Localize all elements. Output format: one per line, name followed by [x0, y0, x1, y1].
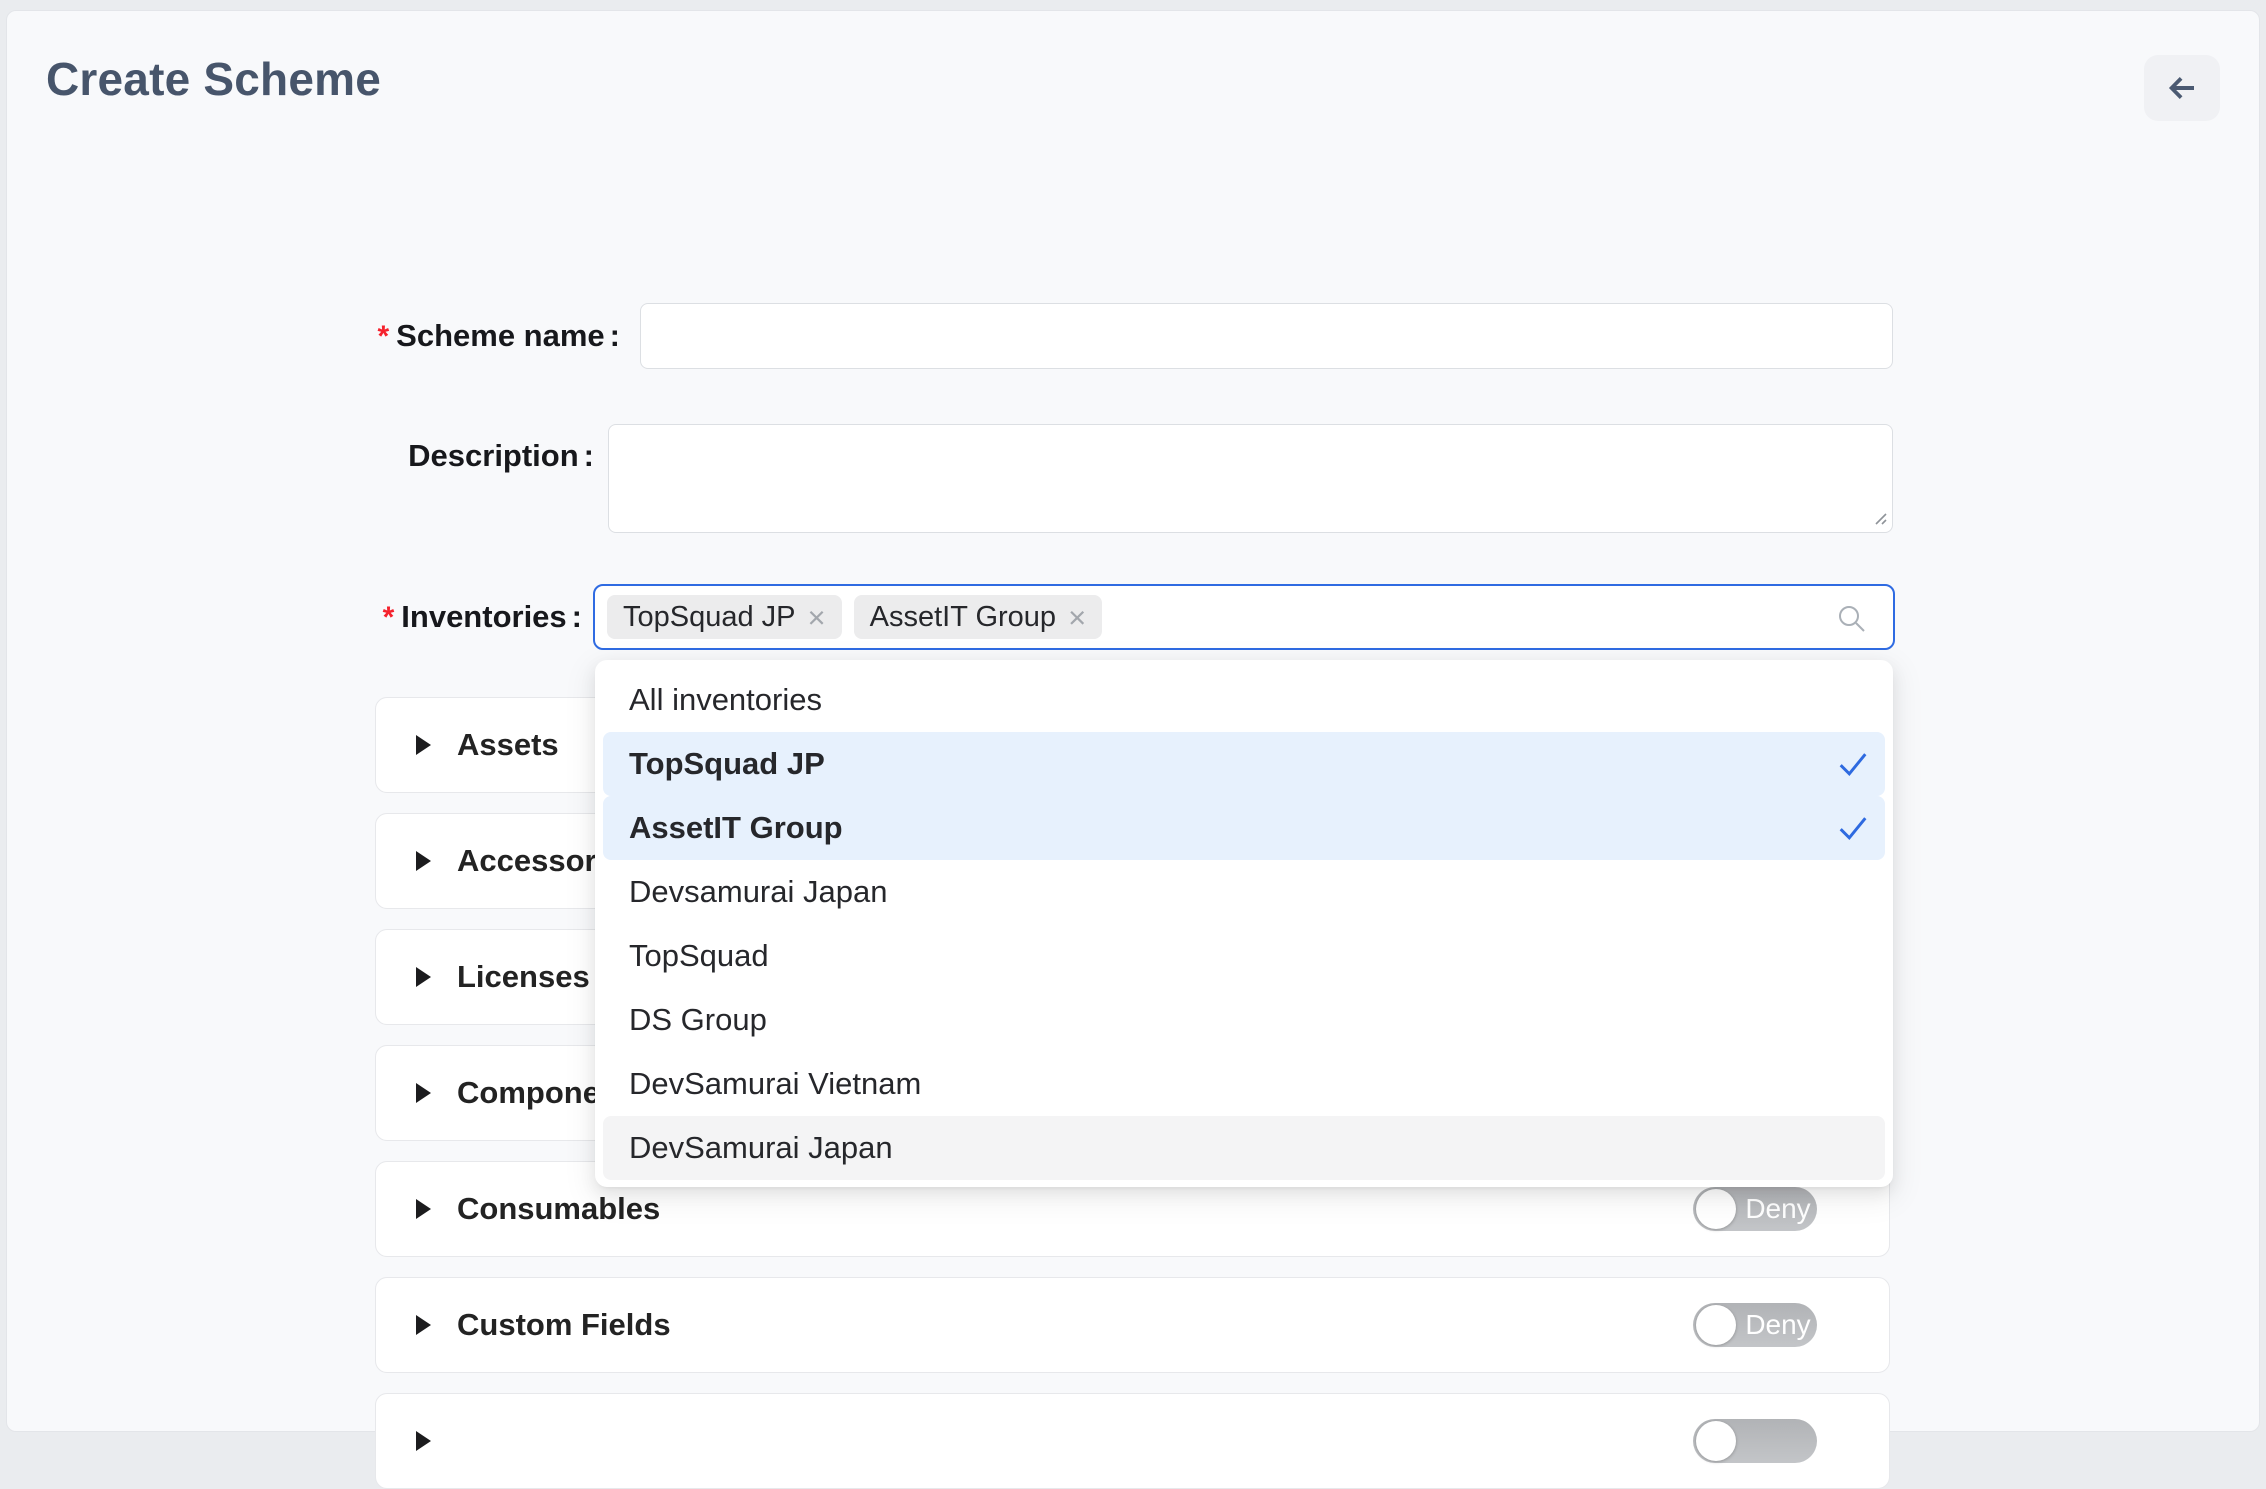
- required-asterisk: *: [383, 601, 395, 634]
- option-label: DevSamurai Vietnam: [629, 1066, 921, 1102]
- expand-caret-icon: [416, 967, 431, 987]
- scheme-name-label-text: Scheme name: [396, 318, 605, 353]
- option-label: AssetIT Group: [629, 810, 843, 846]
- expand-caret-icon: [416, 1315, 431, 1335]
- option-label: Devsamurai Japan: [629, 874, 887, 910]
- description-textarea[interactable]: [608, 424, 1893, 533]
- toggle-knob: [1696, 1421, 1736, 1461]
- dropdown-option-ds-group[interactable]: DS Group: [603, 988, 1885, 1052]
- expand-caret-icon: [416, 851, 431, 871]
- label-colon: :: [584, 438, 594, 473]
- selected-tag: AssetIT Group ×: [854, 595, 1103, 639]
- toggle-label: [1745, 1419, 1811, 1463]
- tag-remove-icon[interactable]: ×: [808, 602, 826, 633]
- tag-text: AssetIT Group: [870, 601, 1056, 634]
- dropdown-option-devsamurai-vietnam[interactable]: DevSamurai Vietnam: [603, 1052, 1885, 1116]
- left-arrow-icon: [2164, 70, 2200, 106]
- selected-tag: TopSquad JP ×: [607, 595, 842, 639]
- label-colon: :: [610, 318, 620, 353]
- toggle-knob: [1696, 1305, 1736, 1345]
- dropdown-option-all-inventories[interactable]: All inventories: [603, 668, 1885, 732]
- tag-remove-icon[interactable]: ×: [1068, 602, 1086, 633]
- section-title: Assets: [457, 727, 559, 763]
- section-title: Licenses: [457, 959, 590, 995]
- scheme-name-label: *Scheme name:: [0, 317, 620, 356]
- inventories-dropdown: All inventories TopSquad JP AssetIT Grou…: [595, 660, 1893, 1187]
- check-icon: [1837, 748, 1869, 780]
- option-label: DS Group: [629, 1002, 767, 1038]
- option-label: All inventories: [629, 682, 822, 718]
- back-button[interactable]: [2144, 55, 2220, 121]
- tag-text: TopSquad JP: [623, 601, 796, 634]
- expand-caret-icon: [416, 1083, 431, 1103]
- toggle-label: Deny: [1745, 1303, 1811, 1347]
- inventories-label-text: Inventories: [401, 599, 566, 634]
- check-icon: [1837, 812, 1869, 844]
- search-icon: [1835, 602, 1869, 636]
- option-label: TopSquad: [629, 938, 769, 974]
- scheme-name-input[interactable]: [640, 303, 1893, 369]
- description-label: Description:: [0, 437, 594, 475]
- section-title: Custom Fields: [457, 1307, 671, 1343]
- label-colon: :: [572, 599, 582, 634]
- expand-caret-icon: [416, 735, 431, 755]
- dropdown-option-topsquad[interactable]: TopSquad: [603, 924, 1885, 988]
- toggle-knob: [1696, 1189, 1736, 1229]
- dropdown-option-devsamurai-japan-2[interactable]: DevSamurai Japan: [603, 1116, 1885, 1180]
- toggle-label: Deny: [1745, 1187, 1811, 1231]
- required-asterisk: *: [377, 320, 389, 353]
- dropdown-option-topsquad-jp[interactable]: TopSquad JP: [603, 732, 1885, 796]
- deny-toggle[interactable]: Deny: [1693, 1303, 1817, 1347]
- description-field-wrap: [608, 424, 1893, 533]
- option-label: DevSamurai Japan: [629, 1130, 893, 1166]
- resize-handle-icon[interactable]: [1870, 508, 1888, 526]
- expand-caret-icon: [416, 1199, 431, 1219]
- inventories-select[interactable]: TopSquad JP × AssetIT Group ×: [593, 584, 1895, 650]
- deny-toggle[interactable]: [1693, 1419, 1817, 1463]
- dropdown-option-assetit-group[interactable]: AssetIT Group: [603, 796, 1885, 860]
- section-partial[interactable]: [375, 1393, 1890, 1489]
- dropdown-option-devsamurai-japan-1[interactable]: Devsamurai Japan: [603, 860, 1885, 924]
- inventories-label: *Inventories:: [0, 598, 582, 637]
- page-title: Create Scheme: [46, 52, 381, 106]
- expand-caret-icon: [416, 1431, 431, 1451]
- section-title: Consumables: [457, 1191, 660, 1227]
- section-custom-fields[interactable]: Custom Fields Deny: [375, 1277, 1890, 1373]
- description-label-text: Description: [408, 438, 579, 473]
- option-label: TopSquad JP: [629, 746, 825, 782]
- deny-toggle[interactable]: Deny: [1693, 1187, 1817, 1231]
